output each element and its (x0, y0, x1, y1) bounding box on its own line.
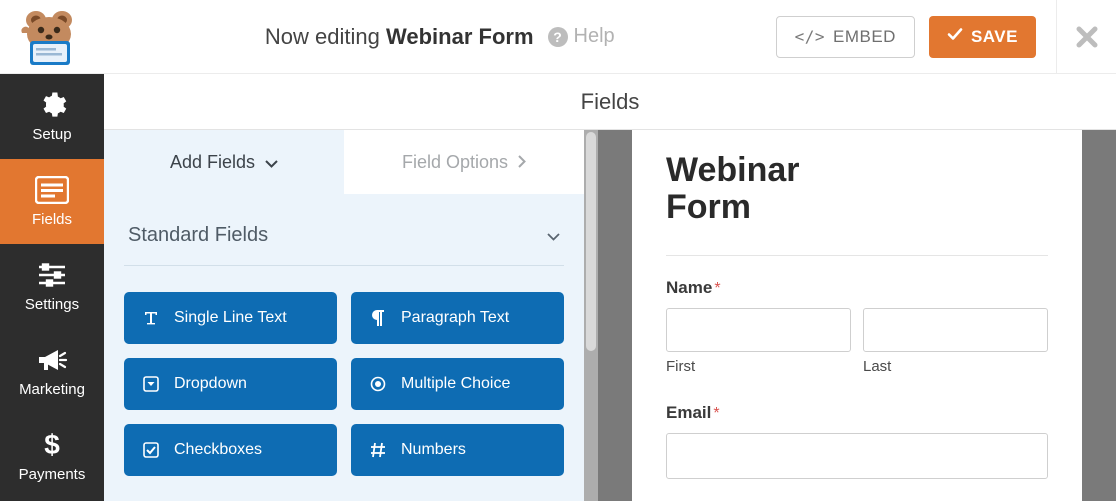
save-button[interactable]: SAVE (929, 16, 1036, 58)
text-icon (142, 310, 160, 326)
preview-gutter (598, 130, 632, 501)
close-button[interactable] (1076, 26, 1098, 48)
preview-form-title: Webinar Form (666, 152, 866, 227)
caret-square-icon (142, 376, 160, 392)
check-icon (947, 26, 963, 47)
panel-title: Fields (104, 74, 1116, 130)
wpforms-logo-icon (16, 11, 74, 63)
form-name: Webinar Form (386, 24, 534, 49)
divider (666, 255, 1048, 256)
field-paragraph-text[interactable]: Paragraph Text (351, 292, 564, 344)
sidebar-item-setup[interactable]: Setup (0, 74, 104, 159)
sidebar-label: Payments (19, 466, 86, 483)
panel-scrollbar[interactable] (584, 130, 598, 501)
gear-icon (37, 90, 67, 120)
sidebar: Setup Fields Settings Marketing $ Paymen… (0, 74, 104, 501)
top-bar: Now editing Webinar Form ? Help </> EMBE… (0, 0, 1116, 74)
tab-label: Add Fields (170, 152, 255, 173)
field-group-header[interactable]: Standard Fields (124, 224, 564, 266)
field-label: Dropdown (174, 375, 247, 393)
required-indicator: * (714, 280, 720, 297)
field-name[interactable]: Name* First Last (666, 278, 1048, 375)
field-email[interactable]: Email* (666, 403, 1048, 479)
field-single-line-text[interactable]: Single Line Text (124, 292, 337, 344)
help-icon: ? (548, 27, 568, 47)
help-link[interactable]: ? Help (548, 25, 615, 48)
field-label: Single Line Text (174, 309, 287, 327)
field-label: Email (666, 403, 711, 422)
field-label: Multiple Choice (401, 375, 510, 393)
bullhorn-icon (36, 345, 68, 375)
field-label: Checkboxes (174, 441, 262, 459)
sublabel-first: First (666, 358, 851, 375)
group-title: Standard Fields (128, 224, 268, 247)
field-label: Name (666, 278, 712, 297)
hash-icon (369, 442, 387, 458)
sidebar-label: Settings (25, 296, 79, 313)
sidebar-item-marketing[interactable]: Marketing (0, 329, 104, 414)
divider (1056, 0, 1057, 74)
embed-button[interactable]: </> EMBED (776, 16, 915, 58)
help-label: Help (574, 25, 615, 48)
code-icon: </> (795, 27, 825, 46)
preview-gutter (1082, 130, 1116, 501)
chevron-down-icon (547, 224, 560, 247)
editing-label: Now editing Webinar Form (265, 24, 534, 50)
logo[interactable] (16, 11, 104, 63)
paragraph-icon (369, 310, 387, 326)
sliders-icon (37, 260, 67, 290)
last-name-input[interactable] (863, 308, 1048, 352)
checkbox-icon (142, 442, 160, 458)
form-preview: Webinar Form Name* First Last (632, 130, 1082, 501)
sublabel-last: Last (863, 358, 1048, 375)
sidebar-item-payments[interactable]: $ Payments (0, 414, 104, 499)
form-icon (35, 175, 69, 205)
email-input[interactable] (666, 433, 1048, 479)
svg-text:$: $ (44, 430, 60, 460)
sidebar-item-fields[interactable]: Fields (0, 159, 104, 244)
field-label: Paragraph Text (401, 309, 509, 327)
tab-add-fields[interactable]: Add Fields (104, 130, 344, 194)
first-name-input[interactable] (666, 308, 851, 352)
field-multiple-choice[interactable]: Multiple Choice (351, 358, 564, 410)
radio-icon (369, 376, 387, 392)
tab-field-options[interactable]: Field Options (344, 130, 584, 194)
dollar-icon: $ (42, 430, 62, 460)
chevron-down-icon (265, 152, 278, 173)
sidebar-label: Marketing (19, 381, 85, 398)
close-icon (1076, 26, 1098, 48)
tab-label: Field Options (402, 152, 508, 173)
field-label: Numbers (401, 441, 466, 459)
field-checkboxes[interactable]: Checkboxes (124, 424, 337, 476)
sidebar-label: Setup (32, 126, 71, 143)
sidebar-item-settings[interactable]: Settings (0, 244, 104, 329)
embed-label: EMBED (833, 27, 896, 47)
field-numbers[interactable]: Numbers (351, 424, 564, 476)
chevron-right-icon (518, 152, 526, 173)
required-indicator: * (713, 405, 719, 422)
fields-panel: Add Fields Field Options Standar (104, 130, 584, 501)
save-label: SAVE (971, 27, 1018, 47)
sidebar-label: Fields (32, 211, 72, 228)
field-dropdown[interactable]: Dropdown (124, 358, 337, 410)
editing-prefix: Now editing (265, 24, 380, 49)
